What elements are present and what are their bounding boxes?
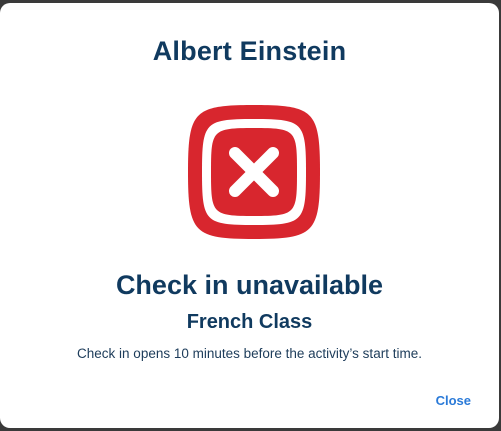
check-in-dialog: Albert Einstein Check in unavailable Fre… (0, 3, 499, 428)
person-name: Albert Einstein (152, 36, 347, 66)
status-title: Check in unavailable (115, 270, 384, 300)
close-button[interactable]: Close (436, 393, 471, 408)
activity-name: French Class (186, 311, 313, 333)
error-x-icon (186, 103, 322, 241)
status-message: Check in opens 10 minutes before the act… (77, 346, 422, 361)
